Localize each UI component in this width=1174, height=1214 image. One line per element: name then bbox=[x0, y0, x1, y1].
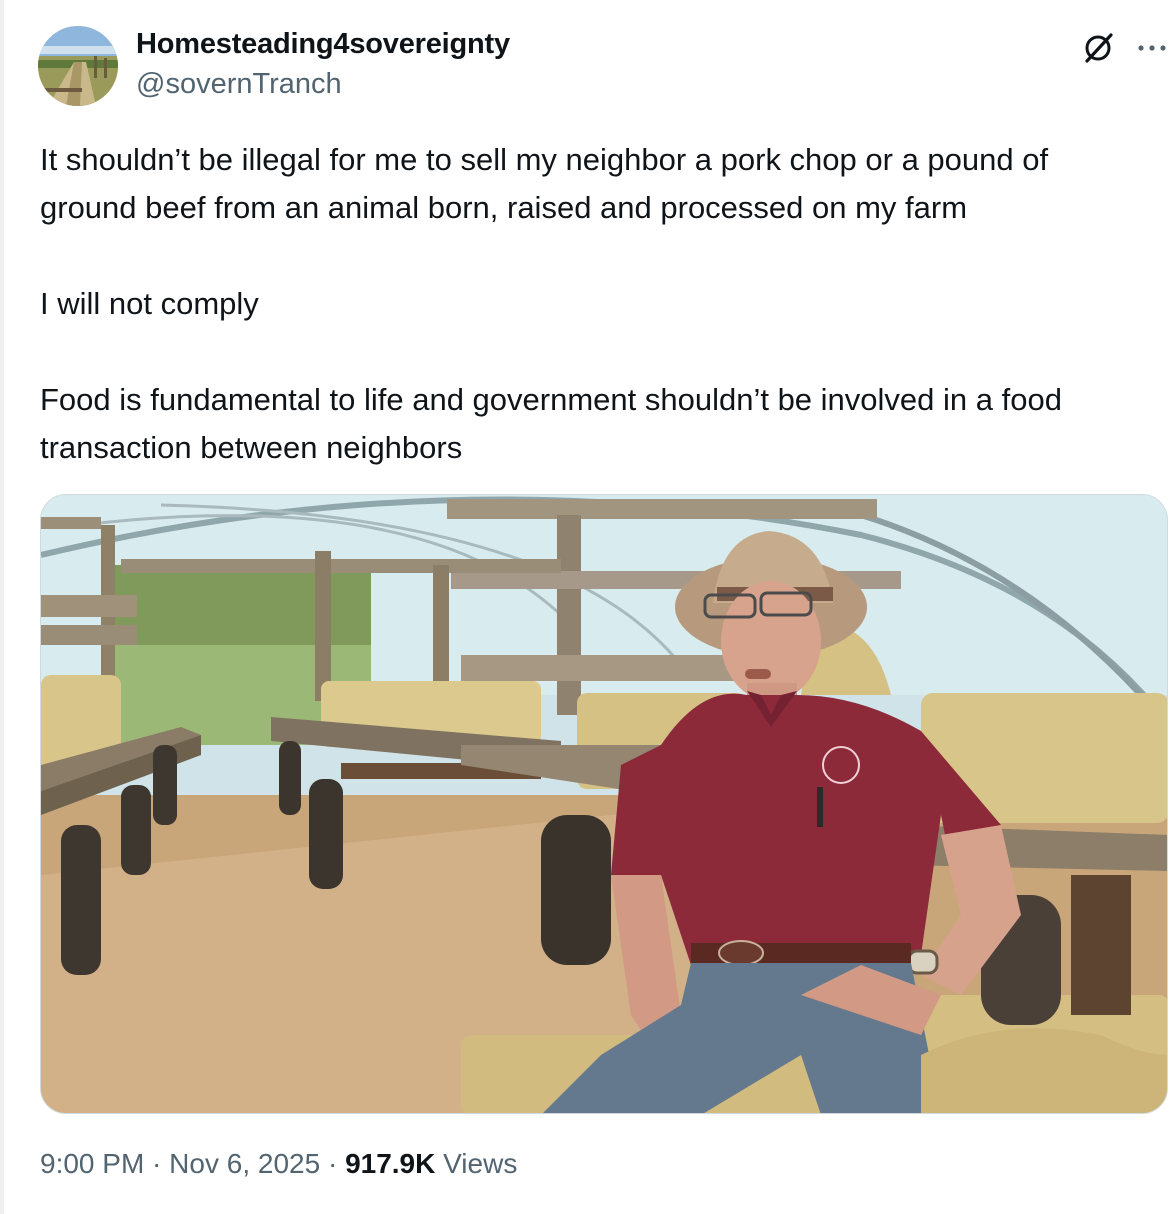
meta-separator: · bbox=[320, 1148, 346, 1179]
avatar-image bbox=[38, 26, 118, 106]
tweet-paragraph: I will not comply bbox=[40, 286, 259, 321]
avatar[interactable] bbox=[38, 26, 118, 106]
author-display-name[interactable]: Homesteading4sovereignty bbox=[136, 28, 510, 61]
divider bbox=[0, 0, 4, 1214]
tweet-date[interactable]: Nov 6, 2025 bbox=[169, 1148, 320, 1179]
tweet-paragraph: It shouldn’t be illegal for me to sell m… bbox=[40, 142, 1049, 225]
more-icon[interactable] bbox=[1134, 30, 1170, 66]
tweet-meta: 9:00 PM · Nov 6, 2025 · 917.9K Views bbox=[40, 1148, 517, 1180]
grok-icon[interactable] bbox=[1080, 30, 1116, 66]
tweet-media-image[interactable] bbox=[40, 494, 1168, 1114]
tweet-paragraph: Food is fundamental to life and governme… bbox=[40, 382, 1062, 465]
farmer-photo bbox=[41, 495, 1167, 1113]
author-handle[interactable]: @sovernTranch bbox=[136, 68, 342, 101]
tweet-time[interactable]: 9:00 PM bbox=[40, 1148, 144, 1179]
tweet-card: Homesteading4sovereignty @sovernTranch I… bbox=[0, 0, 1174, 1214]
views-label: Views bbox=[435, 1148, 518, 1179]
views-count: 917.9K bbox=[345, 1148, 436, 1179]
tweet-text: It shouldn’t be illegal for me to sell m… bbox=[40, 136, 1150, 472]
meta-separator: · bbox=[144, 1148, 170, 1179]
